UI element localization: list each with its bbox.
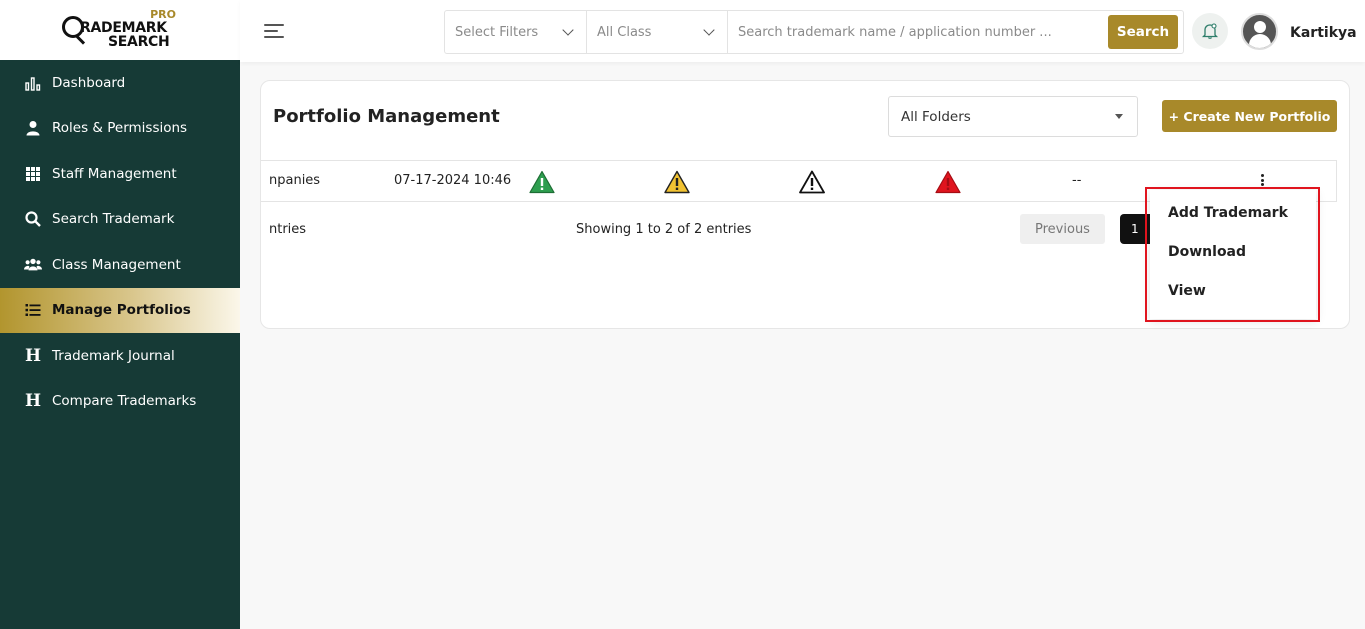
- logo-area[interactable]: PRO RADEMARK SEARCH: [0, 0, 240, 60]
- add-trademark-menu-item[interactable]: Add Trademark: [1150, 193, 1316, 232]
- class-select[interactable]: All Class: [587, 11, 728, 53]
- view-menu-item[interactable]: View: [1150, 271, 1316, 310]
- chevron-down-icon: [562, 24, 574, 36]
- more-options-icon[interactable]: [1261, 174, 1265, 188]
- logo-line-2: SEARCH: [108, 34, 170, 50]
- sidebar-item-compare-trademarks[interactable]: H Compare Trademarks: [0, 379, 240, 425]
- heading-icon: H: [24, 345, 42, 366]
- menu-toggle-icon[interactable]: [264, 24, 286, 40]
- green-warning-icon: [529, 170, 555, 194]
- list-icon: [24, 301, 42, 319]
- sidebar-item-label: Trademark Journal: [52, 347, 175, 364]
- entries-info: Showing 1 to 2 of 2 entries: [576, 222, 752, 237]
- class-select-value: All Class: [597, 24, 652, 40]
- yellow-warning-icon: [664, 170, 690, 194]
- row-actions-menu: Add Trademark Download View: [1150, 190, 1316, 319]
- search-filter-bar: Select Filters All Class Search: [444, 10, 1184, 54]
- folder-select[interactable]: All Folders: [888, 96, 1138, 137]
- users-icon: [24, 256, 42, 274]
- page-1-button[interactable]: 1: [1120, 214, 1150, 244]
- sidebar-item-dashboard[interactable]: Dashboard: [0, 60, 240, 106]
- notification-bell-icon[interactable]: [1192, 13, 1228, 49]
- date-cell: 07-17-2024 10:46: [394, 173, 512, 188]
- caret-down-icon: [1115, 114, 1123, 119]
- bar-chart-icon: [24, 74, 42, 92]
- value-cell: --: [1072, 173, 1082, 188]
- folder-select-value: All Folders: [901, 108, 971, 125]
- filter-select[interactable]: Select Filters: [445, 11, 587, 53]
- red-warning-icon: [935, 170, 961, 194]
- page-title: Portfolio Management: [273, 106, 500, 127]
- entries-length-label: ntries: [269, 222, 307, 237]
- sidebar-item-class-management[interactable]: Class Management: [0, 242, 240, 288]
- search-input[interactable]: [728, 11, 1108, 53]
- previous-page-button[interactable]: Previous: [1020, 214, 1105, 244]
- portfolio-name-cell: npanies: [269, 173, 321, 188]
- username[interactable]: Kartikya: [1290, 25, 1357, 41]
- sidebar-item-staff[interactable]: Staff Management: [0, 151, 240, 197]
- sidebar-item-label: Staff Management: [52, 165, 177, 182]
- sidebar-item-manage-portfolios[interactable]: Manage Portfolios: [0, 287, 240, 333]
- chevron-down-icon: [703, 24, 715, 36]
- sidebar-item-label: Roles & Permissions: [52, 120, 188, 137]
- sidebar-item-label: Search Trademark: [52, 211, 175, 228]
- sidebar: PRO RADEMARK SEARCH Dashboard Roles & Pe…: [0, 0, 240, 629]
- sidebar-item-label: Manage Portfolios: [52, 302, 191, 319]
- create-portfolio-button[interactable]: + Create New Portfolio: [1162, 100, 1337, 132]
- search-button[interactable]: Search: [1108, 15, 1178, 49]
- filter-select-value: Select Filters: [455, 24, 539, 40]
- sidebar-item-roles[interactable]: Roles & Permissions: [0, 106, 240, 152]
- heading-icon: H: [24, 391, 42, 412]
- avatar[interactable]: [1241, 13, 1278, 50]
- top-bar: Select Filters All Class Search Kartikya: [240, 0, 1365, 62]
- sidebar-item-label: Dashboard: [52, 74, 126, 91]
- grid-icon: [24, 165, 42, 183]
- sidebar-item-search-trademark[interactable]: Search Trademark: [0, 197, 240, 243]
- sidebar-item-label: Compare Trademarks: [52, 393, 197, 410]
- brand-logo[interactable]: PRO RADEMARK SEARCH: [60, 8, 180, 52]
- sidebar-nav: Dashboard Roles & Permissions Staff Mana…: [0, 60, 240, 424]
- white-warning-icon: [799, 170, 825, 194]
- download-menu-item[interactable]: Download: [1150, 232, 1316, 271]
- user-icon: [24, 119, 42, 137]
- search-icon: [24, 210, 42, 228]
- sidebar-item-label: Class Management: [52, 256, 181, 273]
- sidebar-item-trademark-journal[interactable]: H Trademark Journal: [0, 333, 240, 379]
